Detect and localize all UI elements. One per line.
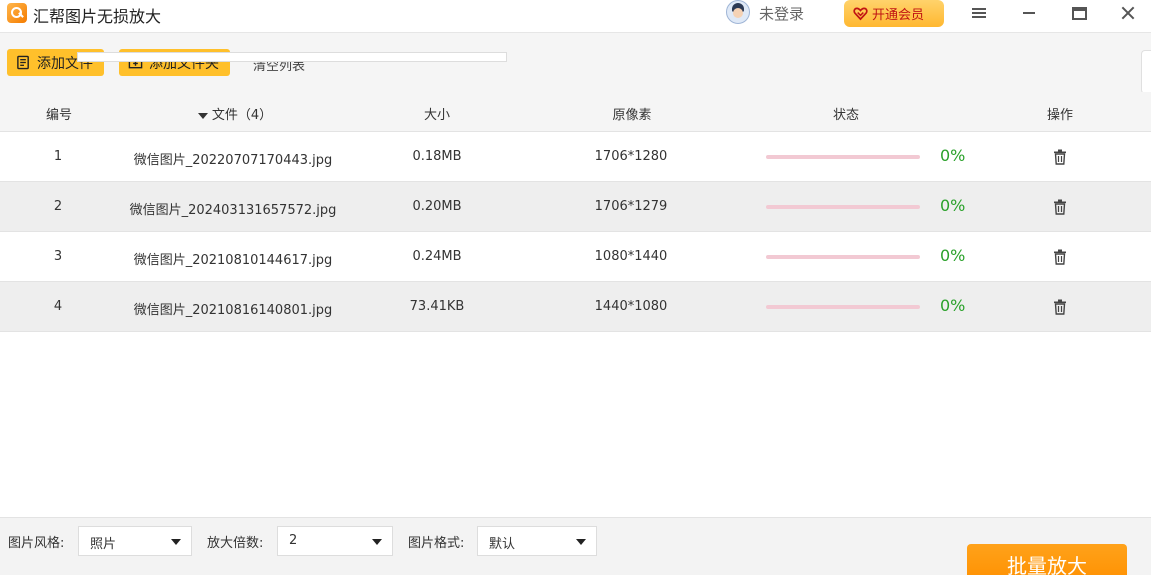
format-select-value: 默认: [489, 537, 516, 552]
cell-pixels: 1080*1440: [594, 249, 668, 264]
vip-button-label: 开通会员: [872, 8, 925, 23]
progress-percent: 0%: [940, 246, 966, 265]
cell-file: 微信图片_20220707170443.jpg: [133, 153, 333, 168]
cell-pixels: 1706*1280: [594, 149, 668, 164]
table-row[interactable]: 2 微信图片_202403131657572.jpg 0.20MB 1706*1…: [0, 182, 1151, 232]
sort-down-icon: [197, 112, 208, 119]
cell-file: 微信图片_202403131657572.jpg: [129, 203, 337, 218]
progress-bar: [766, 205, 920, 209]
scale-label: 放大倍数:: [207, 536, 264, 551]
cell-size: 73.41KB: [409, 299, 465, 314]
chevron-down-icon: [372, 539, 382, 545]
cell-index: 4: [53, 299, 63, 314]
minimize-button[interactable]: [1006, 0, 1052, 26]
format-label: 图片格式:: [408, 536, 465, 551]
header-file-label: 文件（4）: [211, 108, 273, 123]
header-pixels: 原像素: [612, 108, 652, 123]
progress-bar: [766, 255, 920, 259]
table-row[interactable]: 3 微信图片_20210810144617.jpg 0.24MB 1080*14…: [0, 232, 1151, 282]
cell-size: 0.20MB: [412, 199, 462, 214]
batch-enlarge-label: 批量放大: [1007, 554, 1087, 575]
cell-size: 0.24MB: [412, 249, 462, 264]
options-panel: 图片风格: 照片 放大倍数: 2 图片格式: 默认 批量放大: [0, 517, 1151, 575]
progress-bar: [766, 305, 920, 309]
cell-pixels: 1440*1080: [594, 299, 668, 314]
close-icon: [1121, 6, 1135, 20]
format-select[interactable]: 默认: [477, 526, 597, 556]
cell-file: 微信图片_20210816140801.jpg: [133, 303, 333, 318]
side-panel-tab[interactable]: [1141, 50, 1151, 94]
vip-heart-icon: [853, 7, 868, 21]
close-button[interactable]: [1105, 0, 1151, 26]
chevron-down-icon: [576, 539, 586, 545]
trash-icon[interactable]: [1053, 149, 1067, 165]
cell-index: 1: [53, 149, 63, 164]
cell-size: 0.18MB: [412, 149, 462, 164]
minimize-icon: [1023, 12, 1035, 14]
table-row[interactable]: 1 微信图片_20220707170443.jpg 0.18MB 1706*12…: [0, 132, 1151, 182]
chevron-down-icon: [171, 539, 181, 545]
title-bar: 汇帮图片无损放大 未登录 开通会员: [0, 0, 1151, 30]
menu-button[interactable]: [956, 0, 1002, 26]
cell-index: 2: [53, 199, 63, 214]
progress-bar: [766, 155, 920, 159]
scale-select-value: 2: [289, 533, 298, 548]
cell-pixels: 1706*1279: [594, 199, 668, 214]
app-window: 汇帮图片无损放大 未登录 开通会员 添加文件 添加文件夹 清空列表 编号 文件（…: [0, 0, 1151, 575]
style-select[interactable]: 照片: [78, 526, 192, 556]
maximize-icon: [1071, 6, 1087, 20]
trash-icon[interactable]: [1053, 299, 1067, 315]
style-select-value: 照片: [90, 537, 117, 552]
user-avatar-icon[interactable]: [726, 0, 750, 24]
trash-icon[interactable]: [1053, 199, 1067, 215]
maximize-button[interactable]: [1056, 0, 1102, 26]
cell-index: 3: [53, 249, 63, 264]
header-index: 编号: [45, 108, 72, 123]
output-path-input[interactable]: [77, 52, 507, 62]
header-status: 状态: [832, 108, 859, 123]
header-size: 大小: [423, 108, 450, 123]
scale-select[interactable]: 2: [277, 526, 393, 556]
file-list-empty-area[interactable]: [0, 332, 1151, 517]
app-title: 汇帮图片无损放大: [33, 7, 162, 26]
trash-icon[interactable]: [1053, 249, 1067, 265]
style-label: 图片风格:: [8, 536, 65, 551]
table-header: 编号 文件（4） 大小 原像素 状态 操作: [0, 92, 1151, 132]
app-logo-icon: [7, 3, 27, 23]
progress-percent: 0%: [940, 196, 966, 215]
progress-percent: 0%: [940, 296, 966, 315]
login-status[interactable]: 未登录: [759, 3, 804, 24]
header-file[interactable]: 文件（4）: [180, 104, 290, 123]
progress-percent: 0%: [940, 146, 966, 165]
menu-icon: [972, 8, 986, 18]
toolbar: 添加文件 添加文件夹 清空列表: [0, 32, 1151, 92]
cell-file: 微信图片_20210810144617.jpg: [133, 253, 333, 268]
batch-enlarge-button[interactable]: 批量放大: [967, 544, 1127, 575]
header-action: 操作: [1046, 108, 1073, 123]
table-row[interactable]: 4 微信图片_20210816140801.jpg 73.41KB 1440*1…: [0, 282, 1151, 332]
vip-button[interactable]: 开通会员: [844, 0, 944, 27]
add-file-icon: [17, 55, 29, 70]
